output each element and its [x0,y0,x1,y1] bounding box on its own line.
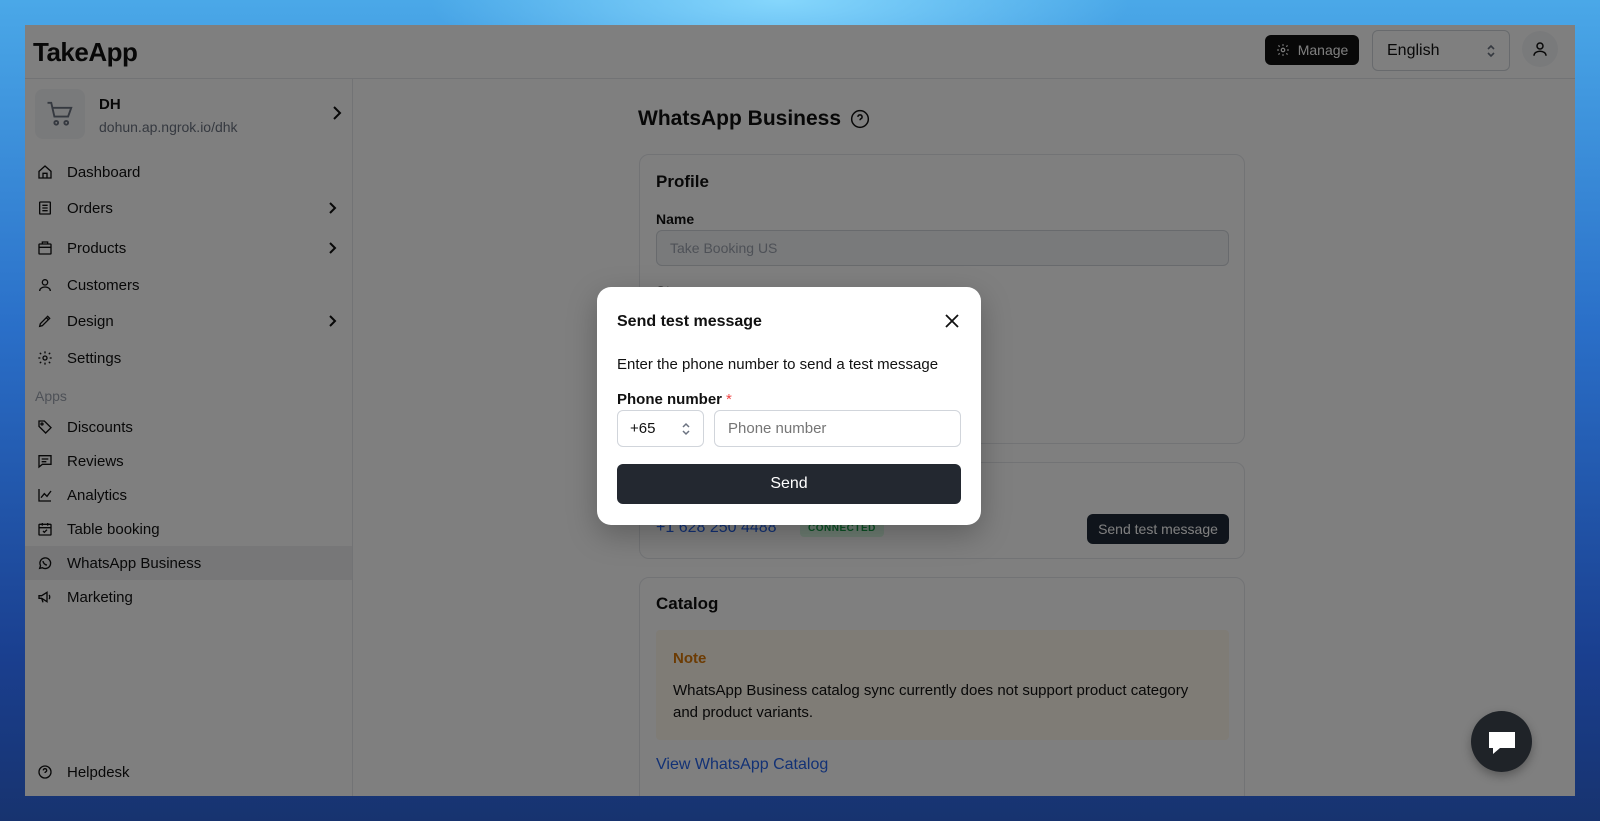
required-mark: * [726,391,732,408]
dialog-description: Enter the phone number to send a test me… [617,356,939,373]
send-test-message-dialog: Send test message Enter the phone number… [597,287,981,525]
app-window: TakeApp Manage English DH dohun.ap.ngrok… [25,25,1575,796]
phone-number-label: Phone number * [617,391,732,408]
chat-icon [1488,731,1515,754]
chat-widget-button[interactable] [1471,711,1532,772]
country-code-select[interactable]: +65 [617,410,704,447]
dialog-title: Send test message [617,313,762,330]
phone-number-label-text: Phone number [617,391,723,408]
send-button[interactable]: Send [617,464,961,504]
phone-number-input[interactable] [714,410,961,447]
country-code-value: +65 [630,420,656,437]
close-icon[interactable] [943,312,961,330]
chevron-updown-icon [682,422,690,436]
